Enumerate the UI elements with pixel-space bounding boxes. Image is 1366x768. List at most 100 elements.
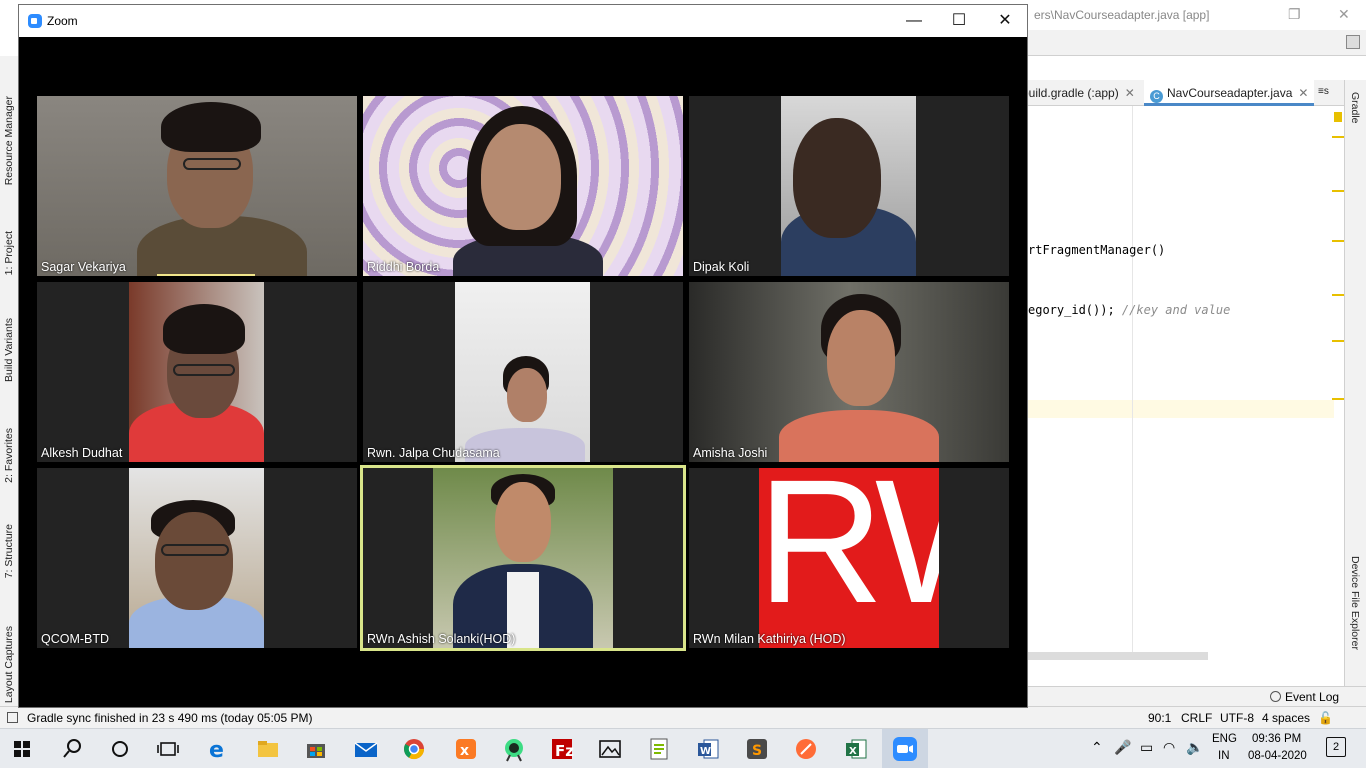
tab-label: NavCourseadapter.java — [1167, 86, 1293, 100]
search-icon[interactable] — [58, 735, 86, 763]
show-hidden-icons[interactable]: ⌃ — [1091, 739, 1103, 756]
close-tab-icon[interactable]: ✕ — [1125, 86, 1135, 100]
error-stripe-mark[interactable] — [1332, 340, 1344, 342]
shirt — [779, 410, 939, 462]
tool-tab-gradle[interactable]: Gradle — [1349, 92, 1361, 124]
caret-line-highlight — [1028, 400, 1334, 418]
input-language[interactable]: ENG — [1212, 733, 1237, 745]
chrome-icon[interactable] — [400, 735, 428, 763]
event-log-bar: Event Log — [1028, 686, 1366, 706]
notepadpp-icon[interactable] — [645, 735, 673, 763]
status-toggle-icon[interactable] — [7, 712, 18, 723]
close-button[interactable]: ✕ — [990, 10, 1020, 32]
tool-tab-resource-manager[interactable]: Resource Manager — [3, 96, 15, 185]
task-view-icon[interactable] — [154, 735, 182, 763]
word-icon[interactable]: W — [694, 735, 722, 763]
tool-tab-favorites[interactable]: 2: Favorites — [3, 428, 15, 483]
glasses — [173, 364, 235, 376]
code-editor[interactable]: rtFragmentManager() egory_id()); //key a… — [1028, 106, 1344, 658]
clock-time[interactable]: 09:36 PM — [1252, 733, 1301, 745]
participant-name: Dipak Koli — [693, 260, 750, 274]
right-tool-strip: Gradle Device File Explorer — [1344, 80, 1366, 686]
svg-text:S: S — [752, 743, 762, 759]
error-stripe-mark[interactable] — [1332, 294, 1344, 296]
close-icon[interactable]: ✕ — [1338, 6, 1350, 23]
participant-video — [781, 96, 916, 276]
wifi-icon[interactable]: ◠ — [1163, 739, 1175, 756]
line-separator[interactable]: CRLF — [1181, 711, 1212, 725]
mail-icon[interactable] — [352, 735, 380, 763]
video-tile[interactable]: Rwn. Jalpa Chudasama — [363, 282, 683, 462]
error-stripe-mark[interactable] — [1332, 136, 1344, 138]
lock-icon[interactable]: 🔓 — [1318, 711, 1333, 725]
tab-overflow-button[interactable]: ≡s — [1318, 86, 1329, 97]
participant-video — [37, 96, 357, 276]
photos-icon[interactable] — [596, 735, 624, 763]
event-log-button[interactable]: Event Log — [1270, 690, 1339, 704]
restore-icon[interactable]: ❐ — [1288, 6, 1301, 23]
ide-status-bar: Gradle sync finished in 23 s 490 ms (tod… — [0, 706, 1366, 728]
cortana-icon[interactable] — [106, 735, 134, 763]
battery-icon[interactable]: ▭ — [1140, 739, 1153, 756]
java-class-icon: C — [1150, 90, 1163, 103]
notification-count: 2 — [1332, 741, 1340, 753]
volume-icon[interactable]: 🔈 — [1186, 739, 1203, 756]
tool-tab-device-file-explorer[interactable]: Device File Explorer — [1349, 556, 1361, 650]
excel-icon[interactable]: X — [842, 735, 870, 763]
caret-position[interactable]: 90:1 — [1148, 711, 1171, 725]
face — [155, 512, 233, 610]
error-stripe-mark[interactable] — [1332, 190, 1344, 192]
tool-tab-structure[interactable]: 7: Structure — [3, 524, 15, 578]
close-tab-icon[interactable]: ✕ — [1298, 86, 1308, 100]
horizontal-scrollbar[interactable] — [1028, 652, 1208, 660]
indent-setting[interactable]: 4 spaces — [1262, 711, 1310, 725]
right-margin-guide — [1132, 106, 1133, 658]
participant-name: Amisha Joshi — [693, 446, 768, 460]
video-tile[interactable]: Riddhi Borda — [363, 96, 683, 276]
microphone-icon[interactable]: 🎤 — [1114, 739, 1131, 756]
rw-logo: RW — [759, 468, 939, 640]
xampp-icon[interactable]: x — [452, 735, 480, 763]
minimize-button[interactable]: — — [899, 10, 929, 32]
android-studio-icon[interactable] — [500, 735, 528, 763]
edge-icon[interactable]: e — [205, 735, 233, 763]
error-stripe-mark[interactable] — [1332, 398, 1344, 400]
action-center-icon[interactable]: 2 — [1326, 737, 1346, 757]
video-tile[interactable]: Amisha Joshi — [689, 282, 1009, 462]
video-tile-active-speaker[interactable]: RWn Ashish Solanki(HOD) — [360, 465, 686, 651]
zoom-logo-icon — [28, 14, 42, 28]
code-text: egory_id()); — [1028, 303, 1122, 317]
tool-tab-build-variants[interactable]: Build Variants — [3, 318, 15, 382]
sdk-manager-icon[interactable] — [1346, 35, 1360, 49]
tab-build-gradle[interactable]: build.gradle (:app) ✕ — [1022, 86, 1135, 100]
tool-tab-layout-captures[interactable]: Layout Captures — [3, 626, 15, 703]
status-message[interactable]: Gradle sync finished in 23 s 490 ms (tod… — [27, 711, 312, 725]
error-stripe-mark[interactable] — [1332, 240, 1344, 242]
input-region[interactable]: IN — [1218, 750, 1230, 762]
postman-icon[interactable] — [792, 735, 820, 763]
tab-navcourseadapter[interactable]: C NavCourseadapter.java ✕ — [1144, 80, 1315, 106]
file-explorer-icon[interactable] — [254, 735, 282, 763]
video-tile[interactable]: RW RWn Milan Kathiriya (HOD) — [689, 468, 1009, 648]
warning-marker[interactable] — [1334, 112, 1342, 122]
video-tile[interactable]: Dipak Koli — [689, 96, 1009, 276]
video-tile[interactable]: Alkesh Dudhat — [37, 282, 357, 462]
start-icon[interactable] — [8, 735, 36, 763]
participant-video — [129, 282, 264, 462]
zoom-taskbar-button[interactable] — [882, 729, 928, 768]
participant-video — [363, 96, 683, 276]
svg-text:e: e — [209, 738, 224, 763]
file-encoding[interactable]: UTF-8 — [1220, 711, 1254, 725]
hair — [163, 304, 245, 354]
sublime-icon[interactable]: S — [743, 735, 771, 763]
video-tile[interactable]: QCOM-BTD — [37, 468, 357, 648]
ide-title-bar: ers\NavCourseadapter.java [app] ❐ ✕ — [1028, 0, 1366, 30]
store-icon[interactable] — [302, 735, 330, 763]
maximize-button[interactable]: ☐ — [944, 10, 974, 32]
clock-date[interactable]: 08-04-2020 — [1248, 750, 1307, 762]
tool-tab-project[interactable]: 1: Project — [3, 231, 15, 275]
filezilla-icon[interactable]: Fz — [548, 735, 576, 763]
ide-title: ers\NavCourseadapter.java [app] — [1034, 8, 1210, 22]
participant-name: Sagar Vekariya — [41, 260, 126, 274]
video-tile[interactable]: Sagar Vekariya — [37, 96, 357, 276]
